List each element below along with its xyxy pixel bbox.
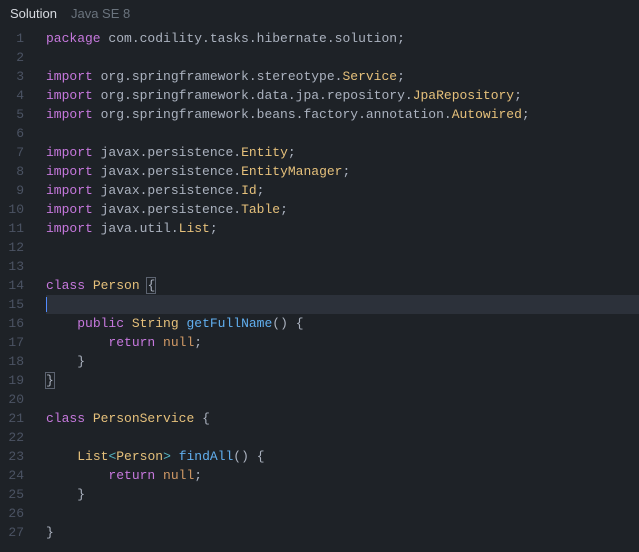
line-number: 12 xyxy=(0,238,30,257)
code-line[interactable]: List<Person> findAll() { xyxy=(46,447,639,466)
line-number: 7 xyxy=(0,143,30,162)
code-line[interactable]: } xyxy=(46,523,639,542)
code-line[interactable]: import org.springframework.stereotype.Se… xyxy=(46,67,639,86)
code-line[interactable]: import javax.persistence.Entity; xyxy=(46,143,639,162)
line-number: 22 xyxy=(0,428,30,447)
code-line[interactable]: import javax.persistence.Table; xyxy=(46,200,639,219)
line-number: 15 xyxy=(0,295,30,314)
code-line[interactable]: } xyxy=(46,485,639,504)
line-number: 18 xyxy=(0,352,30,371)
tab-solution[interactable]: Solution xyxy=(10,6,57,21)
code-line[interactable]: import org.springframework.beans.factory… xyxy=(46,105,639,124)
line-number: 2 xyxy=(0,48,30,67)
code-line[interactable] xyxy=(46,504,639,523)
line-number: 25 xyxy=(0,485,30,504)
line-number: 13 xyxy=(0,257,30,276)
line-number: 8 xyxy=(0,162,30,181)
line-number: 24 xyxy=(0,466,30,485)
line-number: 21 xyxy=(0,409,30,428)
code-line[interactable] xyxy=(46,390,639,409)
code-line[interactable]: class PersonService { xyxy=(46,409,639,428)
code-line[interactable]: public String getFullName() { xyxy=(46,314,639,333)
line-number: 9 xyxy=(0,181,30,200)
line-number: 11 xyxy=(0,219,30,238)
line-number: 10 xyxy=(0,200,30,219)
line-number-gutter: 1234567891011121314151617181920212223242… xyxy=(0,29,38,542)
code-line[interactable] xyxy=(46,428,639,447)
text-cursor xyxy=(46,297,47,312)
code-line[interactable]: class Person { xyxy=(46,276,639,295)
code-line[interactable]: import javax.persistence.EntityManager; xyxy=(46,162,639,181)
code-line[interactable]: } xyxy=(46,371,639,390)
line-number: 19 xyxy=(0,371,30,390)
line-number: 26 xyxy=(0,504,30,523)
code-line[interactable] xyxy=(46,238,639,257)
line-number: 23 xyxy=(0,447,30,466)
editor-header: Solution Java SE 8 xyxy=(0,0,639,29)
code-line[interactable] xyxy=(46,124,639,143)
code-line[interactable]: import java.util.List; xyxy=(46,219,639,238)
code-area[interactable]: package com.codility.tasks.hibernate.sol… xyxy=(38,29,639,542)
line-number: 4 xyxy=(0,86,30,105)
line-number: 14 xyxy=(0,276,30,295)
line-number: 6 xyxy=(0,124,30,143)
line-number: 5 xyxy=(0,105,30,124)
language-label: Java SE 8 xyxy=(71,6,130,21)
code-editor[interactable]: 1234567891011121314151617181920212223242… xyxy=(0,29,639,542)
line-number: 27 xyxy=(0,523,30,542)
code-line[interactable]: import javax.persistence.Id; xyxy=(46,181,639,200)
line-number: 1 xyxy=(0,29,30,48)
code-line[interactable]: import org.springframework.data.jpa.repo… xyxy=(46,86,639,105)
code-line[interactable]: package com.codility.tasks.hibernate.sol… xyxy=(46,29,639,48)
line-number: 16 xyxy=(0,314,30,333)
code-line[interactable]: return null; xyxy=(46,333,639,352)
code-line[interactable] xyxy=(46,257,639,276)
line-number: 20 xyxy=(0,390,30,409)
code-line[interactable] xyxy=(46,48,639,67)
code-line[interactable]: return null; xyxy=(46,466,639,485)
line-number: 17 xyxy=(0,333,30,352)
line-number: 3 xyxy=(0,67,30,86)
code-line[interactable]: } xyxy=(46,352,639,371)
code-line[interactable] xyxy=(46,295,639,314)
